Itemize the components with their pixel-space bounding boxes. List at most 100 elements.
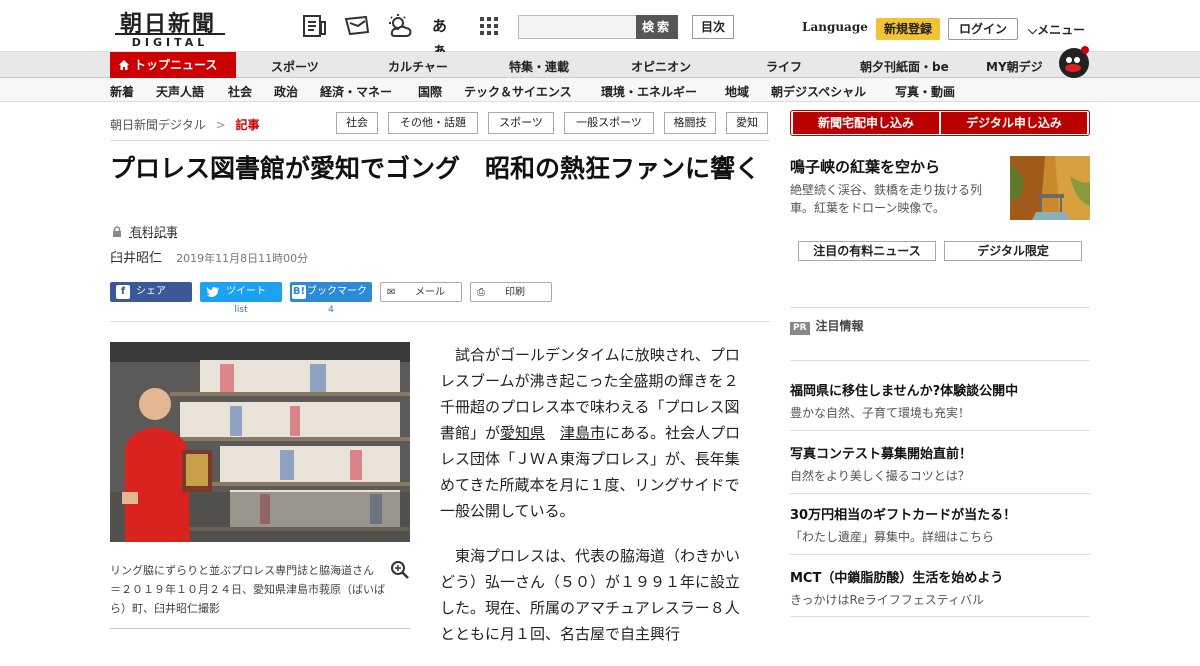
nav-culture[interactable]: カルチャー (388, 58, 448, 75)
tab-paid-news[interactable]: 注目の有料ニュース (798, 241, 936, 261)
article-paragraph: 東海プロレスは、代表の脇海道（わきかいどう）弘一さん（５０）が１９９１年に設立し… (440, 547, 741, 643)
nav-opinion[interactable]: オピニオン (631, 58, 691, 75)
facebook-share-label: シェア (136, 286, 166, 297)
nav-tenseijingo[interactable]: 天声人語 (156, 83, 204, 100)
primary-nav: トップニュース スポーツ カルチャー 特集・連載 オピニオン ライフ 朝夕刊紙面… (0, 46, 1200, 78)
site-logo[interactable]: 朝日新聞 DIGITAL (110, 6, 228, 49)
divider (110, 628, 410, 629)
article-photo[interactable] (110, 342, 410, 542)
feature-text: 絶壁続く渓谷、鉄橋を走り抜ける列車。紅葉をドローン映像で。 (790, 183, 983, 215)
article-title: プロレス図書館が愛知でゴング 昭和の熱狂ファンに響く (110, 154, 761, 183)
hatena-bookmark-button[interactable]: B! ブックマーク (290, 282, 372, 302)
pr-item[interactable]: 福岡県に移住しませんか?体験談公開中 豊かな自然、子育て環境も充実！ (790, 380, 1090, 421)
pr-item[interactable]: 写真コンテスト募集開始直前！ 自然をより美しく撮るコツとは？ (790, 443, 1090, 484)
pr-item-title: 福岡県に移住しませんか?体験談公開中 (790, 384, 1019, 399)
pr-item[interactable]: 30万円相当のギフトカードが当たる！ 「わたし遺産」募集中。詳細はこちら (790, 504, 1090, 545)
link-aichi[interactable]: 愛知県 (500, 424, 545, 442)
signup-button[interactable]: 新規登録 (876, 18, 940, 40)
weather-icon[interactable] (387, 14, 413, 38)
facebook-icon: f (116, 285, 130, 299)
nav-environment[interactable]: 環境・エネルギー (601, 83, 697, 100)
divider (110, 140, 770, 141)
twitter-share-button[interactable]: ツイート (200, 282, 282, 302)
nav-top-news-label: トップニュース (134, 58, 218, 72)
breadcrumb-root[interactable]: 朝日新聞デジタル (110, 118, 206, 132)
pr-item-sub: きっかけはReライフフェスティバル (790, 593, 984, 607)
divider (790, 307, 1090, 308)
feature-title[interactable]: 鳴子峡の紅葉を空から (790, 156, 940, 177)
newspaper-icon[interactable] (302, 14, 328, 38)
tag-society[interactable]: 社会 (336, 112, 378, 134)
message-icon[interactable] (344, 14, 370, 38)
pr-item-title: 30万円相当のギフトカードが当たる！ (790, 508, 1017, 523)
nav-international[interactable]: 国際 (418, 83, 442, 100)
nav-politics[interactable]: 政治 (274, 83, 298, 100)
photo-caption: リング脇にずらりと並ぶプロレス専門誌と脇海道さん＝２０１９年１０月２４日、愛知県… (110, 564, 385, 615)
tag-aichi[interactable]: 愛知 (726, 112, 768, 134)
zoom-icon[interactable] (390, 560, 410, 580)
breadcrumb-separator: > (215, 118, 226, 132)
lock-icon (113, 226, 121, 237)
menu-label: メニュー (1037, 23, 1086, 37)
nav-photo-video[interactable]: 写真・動画 (895, 83, 955, 100)
font-size-icon[interactable]: あぁ (432, 14, 458, 59)
hatena-count[interactable]: 4 (290, 305, 372, 315)
author-name: 臼井昭仁 (110, 251, 163, 266)
tag-martial-arts[interactable]: 格闘技 (664, 112, 716, 134)
breadcrumb: 朝日新聞デジタル > 記事 (110, 116, 260, 133)
grid-menu-icon[interactable] (477, 14, 503, 38)
twitter-icon (206, 287, 219, 297)
mail-icon: ✉ (387, 287, 396, 298)
menu-button[interactable]: ⌵メニュー (1028, 21, 1085, 38)
twitter-count[interactable]: list (200, 305, 282, 315)
nav-special[interactable]: 朝デジスペシャル (771, 83, 866, 100)
digital-subscribe-button[interactable]: デジタル申し込み (941, 112, 1087, 134)
secondary-nav: 新着 天声人語 社会 政治 経済・マネー 国際 テック＆サイエンス 環境・エネル… (0, 78, 1200, 102)
tag-misc[interactable]: その他・話題 (388, 112, 478, 134)
paid-article-label: 有料記事 (112, 223, 178, 240)
nav-region[interactable]: 地域 (725, 83, 749, 100)
hatena-label: ブックマーク (307, 286, 367, 297)
nav-life[interactable]: ライフ (766, 58, 802, 75)
nav-economy[interactable]: 経済・マネー (320, 83, 392, 100)
tag-general-sports[interactable]: 一般スポーツ (564, 112, 654, 134)
nav-sports[interactable]: スポーツ (271, 58, 319, 75)
nav-latest[interactable]: 新着 (110, 83, 134, 100)
article-paragraph: 試合がゴールデンタイムに放映され、プロレスブームが沸き起こった全盛期の輝きを２千… (440, 346, 741, 520)
toc-button[interactable]: 目次 (692, 15, 734, 39)
nav-paper[interactable]: 朝夕刊紙面・be (860, 58, 949, 75)
nav-society[interactable]: 社会 (228, 83, 252, 100)
tab-digital-only[interactable]: デジタル限定 (944, 241, 1082, 261)
nav-tech-science[interactable]: テック＆サイエンス (464, 83, 572, 100)
pr-item[interactable]: MCT（中鎖脂肪酸）生活を始めよう きっかけはReライフフェスティバル (790, 567, 1090, 608)
pr-item-sub: 自然をより美しく撮るコツとは？ (790, 469, 970, 483)
mail-button[interactable]: ✉ メール (380, 282, 462, 302)
chevron-down-icon: ⌵ (1028, 23, 1038, 37)
article-body: 試合がゴールデンタイムに放映され、プロレスブームが沸き起こった全盛期の輝きを２千… (440, 342, 752, 666)
byline: 臼井昭仁 2019年11月8日11時00分 (110, 247, 308, 266)
facebook-share-button[interactable]: f シェア (110, 282, 192, 302)
login-button[interactable]: ログイン (948, 18, 1018, 40)
article-photo-image (110, 342, 410, 542)
search-button[interactable]: 検索 (636, 15, 678, 39)
nav-top-news[interactable]: トップニュース (110, 52, 236, 78)
print-button[interactable]: ⎙ 印刷 (470, 282, 552, 302)
tag-sports[interactable]: スポーツ (488, 112, 554, 134)
home-icon (119, 60, 129, 70)
divider (790, 430, 1090, 431)
newspaper-subscribe-button[interactable]: 新聞宅配申し込み (793, 112, 939, 134)
link-tsushima[interactable]: 津島市 (560, 424, 605, 442)
paid-article-text[interactable]: 有料記事 (130, 225, 178, 239)
search-input[interactable] (518, 15, 638, 39)
print-label: 印刷 (505, 287, 525, 298)
pr-section-heading: PR 注目情報 (790, 317, 864, 335)
nav-features[interactable]: 特集・連載 (509, 58, 569, 75)
feature-image[interactable] (1010, 156, 1090, 220)
divider (790, 360, 1090, 361)
pr-badge: PR (790, 322, 810, 335)
language-link[interactable]: Language (802, 20, 868, 34)
breadcrumb-current: 記事 (235, 118, 260, 132)
pr-item-sub: 「わたし遺産」募集中。詳細はこちら (790, 530, 995, 544)
logo-subtext: DIGITAL (115, 33, 225, 49)
nav-my-asadigi[interactable]: MY朝デジ (986, 58, 1043, 75)
